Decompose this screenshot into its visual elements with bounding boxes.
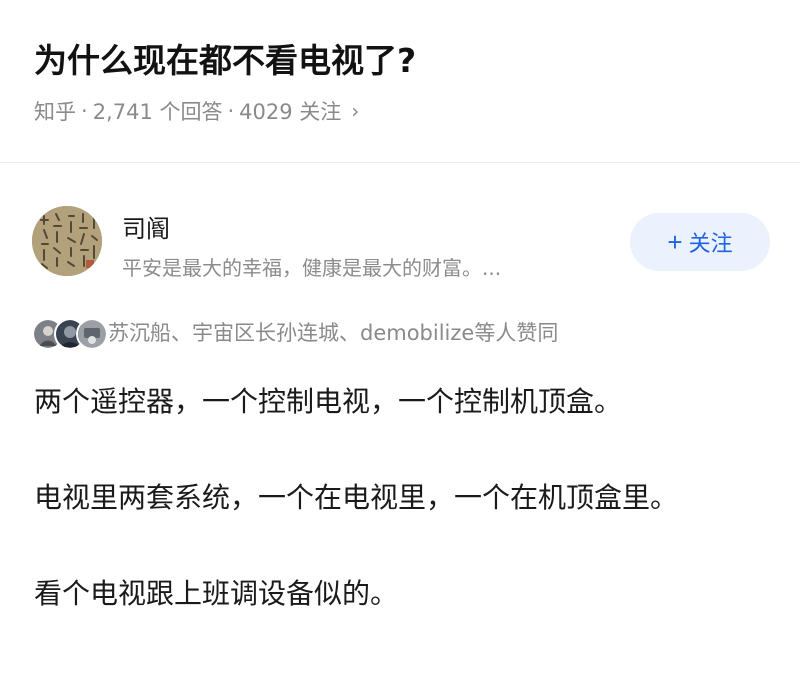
voter-avatar-3-icon	[76, 318, 108, 350]
author-name[interactable]: 司阍	[122, 209, 170, 244]
voters-row[interactable]: 苏沉船、宇宙区长孙连城、demobilize等人赞同	[32, 314, 558, 350]
section-divider	[0, 162, 800, 163]
answers-count: 2,741 个回答	[92, 100, 223, 124]
author-bio: 平安是最大的幸福，健康是最大的财富。...	[122, 256, 502, 280]
question-title[interactable]: 为什么现在都不看电视了?	[34, 34, 416, 82]
meta-separator: ·	[81, 99, 88, 123]
voter-avatars	[32, 316, 108, 350]
meta-separator: ·	[227, 99, 235, 123]
answer-body: 两个遥控器，一个控制电视，一个控制机顶盒。 电视里两套系统，一个在电视里，一个在…	[34, 378, 764, 666]
voters-text: 苏沉船、宇宙区长孙连城、demobilize等人赞同	[108, 321, 559, 345]
question-meta[interactable]: 知乎 · 2,741 个回答 · 4029 关注 ›	[34, 96, 359, 126]
follow-button[interactable]: + 关注	[630, 213, 770, 271]
answer-paragraph: 两个遥控器，一个控制电视，一个控制机顶盒。	[34, 385, 623, 418]
site-name: 知乎	[34, 100, 76, 124]
followers-count: 4029 关注	[239, 100, 342, 124]
follow-button-label: 关注	[688, 231, 733, 256]
answer-paragraph: 电视里两套系统，一个在电视里，一个在机顶盒里。	[34, 481, 679, 514]
author-avatar[interactable]	[32, 206, 102, 276]
calligraphy-avatar-icon	[32, 206, 102, 276]
plus-icon: +	[667, 227, 683, 257]
answer-paragraph: 看个电视跟上班调设备似的。	[34, 577, 399, 610]
chevron-right-icon[interactable]: ›	[351, 99, 359, 123]
question-header: 为什么现在都不看电视了? 知乎 · 2,741 个回答 · 4029 关注 ›	[0, 0, 800, 162]
